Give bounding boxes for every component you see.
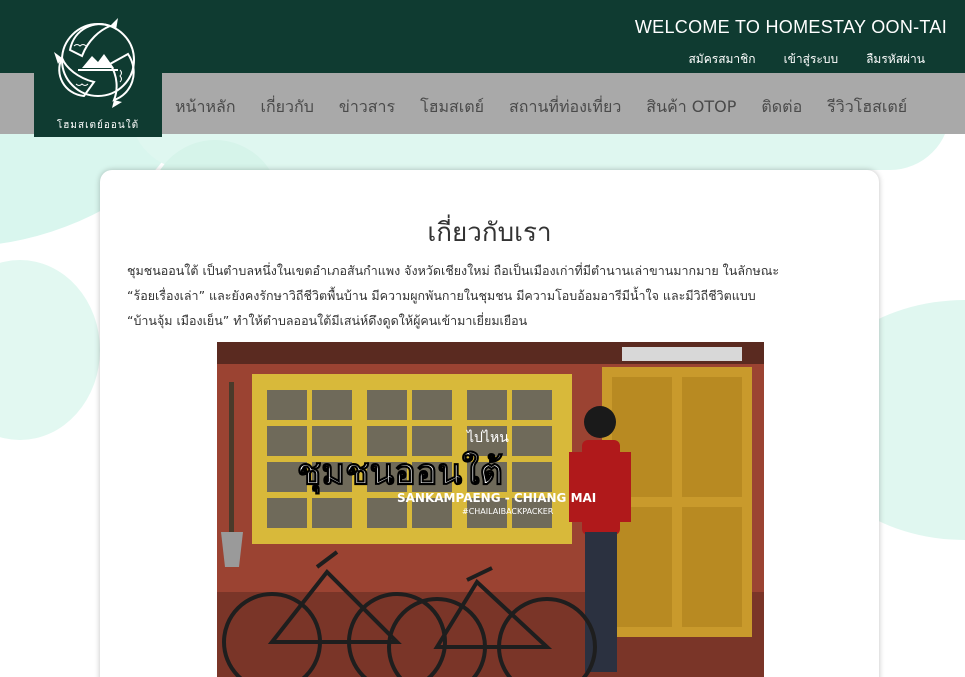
main-nav: หน้าหลัก เกี่ยวกับ ข่าวสาร โฮมสเตย์ สถาน…: [175, 95, 932, 120]
welcome-title: WELCOME TO HOMESTAY OON-TAI: [634, 17, 947, 37]
photo-overlay-tag: #CHAILAIBACKPACKER: [462, 507, 554, 516]
fish-logo-icon: [54, 18, 135, 108]
page-title: เกี่ยวกับเรา: [427, 218, 552, 248]
nav-item-attractions[interactable]: สถานที่ท่องเที่ยว: [509, 95, 621, 120]
photo-illustration: ไปไหน ชุมชนออนใต้ SANKAMPAENG - CHIANG M…: [217, 342, 764, 677]
paragraph-line: ชุมชนออนใต้ เป็นตำบลหนึ่งในเขตอำเภอสันกำ…: [127, 263, 780, 278]
paragraph-line: “ร้อยเรื่องเล่า” และยังคงรักษาวิถีชีวิตพ…: [127, 288, 756, 303]
paragraph-line: “บ้านจุ้ม เมืองเย็น” ทำให้ตำบลออนใต้มีเส…: [127, 313, 528, 328]
register-link[interactable]: สมัครสมาชิก: [688, 50, 755, 69]
nav-item-news[interactable]: ข่าวสาร: [339, 95, 395, 120]
photo-overlay-title: ชุมชนออนใต้: [297, 450, 503, 495]
nav-item-reviews[interactable]: รีวิวโฮสเตย์: [827, 95, 907, 120]
nav-item-about[interactable]: เกี่ยวกับ: [261, 95, 314, 120]
nav-item-home[interactable]: หน้าหลัก: [175, 95, 236, 120]
about-paragraph: ชุมชนออนใต้ เป็นตำบลหนึ่งในเขตอำเภอสันกำ…: [127, 258, 857, 333]
logo-text: โฮมสเตย์ออนใต้: [56, 120, 140, 131]
account-links: สมัครสมาชิก เข้าสู่ระบบ ลืมรหัสผ่าน: [688, 50, 925, 69]
nav-item-otop[interactable]: สินค้า OTOP: [646, 95, 736, 120]
forgot-password-link[interactable]: ลืมรหัสผ่าน: [866, 50, 925, 69]
page: โฮมสเตย์ออนใต้ WELCOME TO HOMESTAY OON-T…: [0, 0, 965, 677]
community-photo: ไปไหน ชุมชนออนใต้ SANKAMPAENG - CHIANG M…: [217, 342, 764, 677]
site-logo[interactable]: โฮมสเตย์ออนใต้: [34, 0, 162, 137]
photo-overlay-small: ไปไหน: [466, 429, 509, 446]
login-link[interactable]: เข้าสู่ระบบ: [784, 50, 839, 69]
nav-item-contact[interactable]: ติดต่อ: [761, 95, 802, 120]
photo-overlay-sub: SANKAMPAENG - CHIANG MAI: [397, 491, 596, 505]
about-card: เกี่ยวกับเรา ชุมชนออนใต้ เป็นตำบลหนึ่งใน…: [100, 170, 879, 677]
nav-item-homestay[interactable]: โฮมสเตย์: [420, 95, 484, 120]
